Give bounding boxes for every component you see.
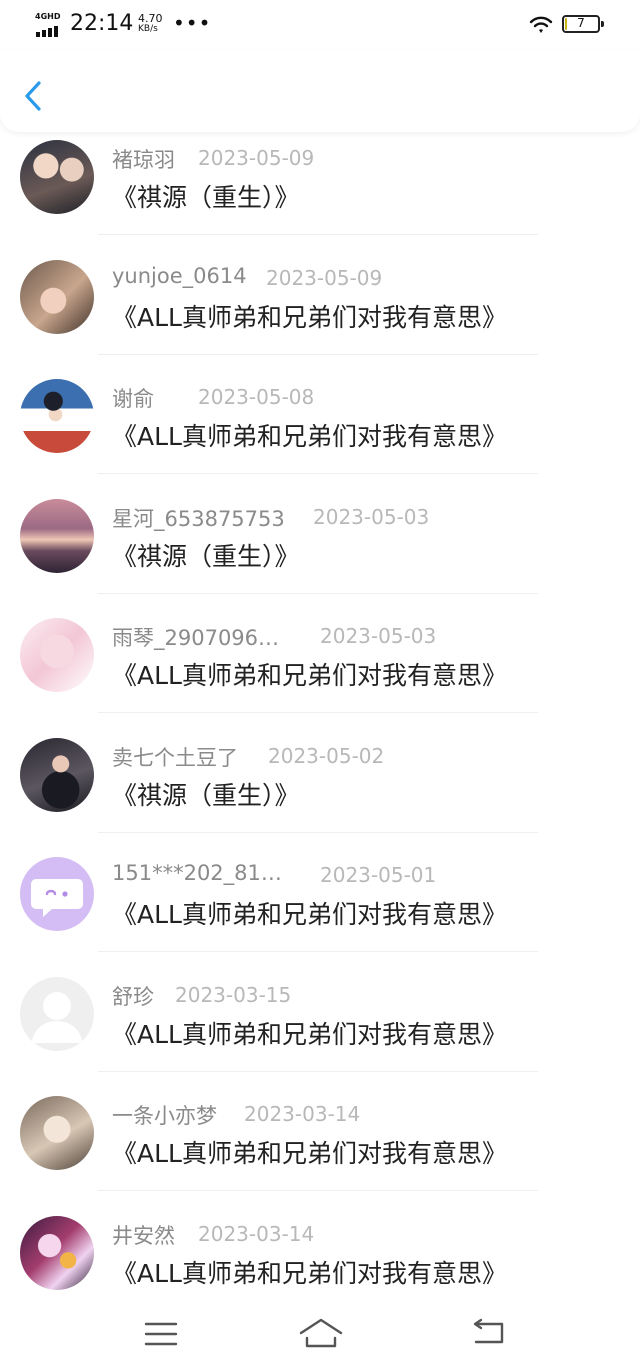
username[interactable]: 星河_653875753: [112, 503, 285, 533]
comment-row[interactable]: 151***202_81… 2023-05-01 《ALL真师弟和兄弟们对我有意思》: [0, 849, 640, 969]
chevron-left-icon[interactable]: [20, 78, 48, 114]
avatar[interactable]: [20, 140, 94, 214]
chat-bubble-icon: [31, 879, 83, 917]
status-time: 22:14: [70, 11, 134, 36]
comment-date: 2023-05-09: [266, 265, 383, 290]
comment-date: 2023-05-03: [313, 504, 430, 529]
comment-date: 2023-05-03: [320, 624, 437, 648]
book-title[interactable]: 《祺源（重生）》: [112, 178, 300, 214]
home-icon[interactable]: [298, 1316, 344, 1350]
comment-meta: 151***202_81… 2023-05-01: [112, 861, 436, 887]
username[interactable]: 谢俞: [112, 383, 154, 413]
username[interactable]: 151***202_81…: [112, 861, 282, 885]
book-title[interactable]: 《ALL真师弟和兄弟们对我有意思》: [112, 1134, 507, 1170]
battery-icon: 7: [562, 15, 604, 33]
comment-date: 2023-05-01: [320, 863, 437, 887]
avatar[interactable]: [20, 737, 94, 812]
book-title[interactable]: 《ALL真师弟和兄弟们对我有意思》: [112, 895, 507, 931]
comment-row[interactable]: 谢俞 2023-05-08 《ALL真师弟和兄弟们对我有意思》: [0, 371, 640, 491]
book-title[interactable]: 《ALL真师弟和兄弟们对我有意思》: [112, 1254, 507, 1290]
comment-meta: 一条小亦梦 2023-03-14: [112, 1100, 360, 1128]
divider: [98, 234, 538, 235]
comment-meta: yunjoe_0614 2023-05-09: [112, 264, 382, 290]
top-bar: [0, 50, 640, 132]
book-title[interactable]: 《ALL真师弟和兄弟们对我有意思》: [112, 1015, 507, 1051]
book-title[interactable]: 《ALL真师弟和兄弟们对我有意思》: [112, 417, 507, 453]
comment-row[interactable]: 卖七个土豆了 2023-05-02 《祺源（重生）》: [0, 730, 640, 850]
username[interactable]: yunjoe_0614: [112, 264, 247, 288]
comment-row[interactable]: yunjoe_0614 2023-05-09 《ALL真师弟和兄弟们对我有意思》: [0, 252, 640, 372]
comment-row[interactable]: 雨琴_2907096… 2023-05-03 《ALL真师弟和兄弟们对我有意思》: [0, 610, 640, 730]
comment-meta: 井安然 2023-03-14: [112, 1220, 314, 1248]
book-title[interactable]: 《祺源（重生）》: [112, 537, 300, 573]
back-icon[interactable]: [470, 1318, 506, 1348]
comment-meta: 星河_653875753 2023-05-03: [112, 503, 429, 531]
divider: [98, 1070, 538, 1072]
avatar[interactable]: [20, 379, 94, 453]
comment-row[interactable]: 舒珍 2023-03-15 《ALL真师弟和兄弟们对我有意思》: [0, 969, 640, 1089]
divider: [98, 592, 538, 594]
network-type: 4GHD: [35, 12, 61, 21]
comment-meta: 雨琴_2907096… 2023-05-03: [112, 622, 436, 650]
comment-meta: 卖七个土豆了 2023-05-02: [112, 742, 384, 770]
avatar[interactable]: [20, 618, 94, 692]
comment-meta: 褚琼羽 2023-05-09: [112, 144, 314, 172]
divider: [98, 473, 538, 474]
avatar[interactable]: [20, 857, 94, 931]
more-notifications-icon: •••: [173, 11, 212, 35]
system-navigation-bar: [0, 1300, 640, 1372]
menu-icon[interactable]: [144, 1320, 178, 1348]
comment-date: 2023-05-08: [198, 385, 315, 409]
wifi-icon: [529, 16, 553, 33]
username[interactable]: 一条小亦梦: [112, 1100, 217, 1130]
avatar[interactable]: [20, 498, 94, 573]
username[interactable]: 雨琴_2907096…: [112, 622, 279, 652]
status-bar: 4GHD 22:14 4.70 KB/s ••• 7: [0, 0, 640, 50]
username[interactable]: 井安然: [112, 1220, 175, 1250]
avatar[interactable]: [20, 1096, 94, 1170]
username[interactable]: 舒珍: [112, 981, 154, 1011]
comment-meta: 舒珍 2023-03-15: [112, 981, 291, 1009]
book-title[interactable]: 《ALL真师弟和兄弟们对我有意思》: [112, 656, 507, 692]
comment-date: 2023-05-09: [198, 146, 315, 170]
comment-date: 2023-03-14: [244, 1102, 361, 1126]
signal-bars-icon: [36, 26, 58, 37]
comment-list: 褚琼羽 2023-05-09 《祺源（重生）》 yunjoe_0614 2023-05-…: [0, 132, 640, 1327]
comment-row[interactable]: 褚琼羽 2023-05-09 《祺源（重生）》: [0, 132, 640, 252]
default-user-icon: [32, 991, 82, 1043]
speed-unit: KB/s: [138, 24, 158, 34]
comment-row[interactable]: 一条小亦梦 2023-03-14 《ALL真师弟和兄弟们对我有意思》: [0, 1088, 640, 1208]
divider: [98, 951, 538, 952]
book-title[interactable]: 《祺源（重生）》: [112, 776, 300, 812]
avatar[interactable]: [20, 259, 94, 334]
battery-level: 7: [577, 16, 585, 30]
divider: [98, 831, 538, 833]
book-title[interactable]: 《ALL真师弟和兄弟们对我有意思》: [112, 298, 507, 334]
comment-row[interactable]: 星河_653875753 2023-05-03 《祺源（重生）》: [0, 491, 640, 611]
avatar[interactable]: [20, 1215, 94, 1290]
comment-date: 2023-05-02: [268, 743, 385, 768]
username[interactable]: 褚琼羽: [112, 144, 175, 174]
signal-indicator: 4GHD: [35, 12, 65, 37]
username[interactable]: 卖七个土豆了: [112, 742, 238, 772]
network-speed: 4.70 KB/s: [138, 13, 163, 35]
comment-date: 2023-03-14: [198, 1221, 315, 1246]
divider: [98, 1190, 538, 1191]
comment-meta: 谢俞 2023-05-08: [112, 383, 314, 411]
divider: [98, 353, 538, 355]
avatar[interactable]: [20, 976, 94, 1051]
comment-date: 2023-03-15: [175, 982, 292, 1007]
speed-value: 4.70: [138, 12, 163, 25]
divider: [98, 712, 538, 713]
